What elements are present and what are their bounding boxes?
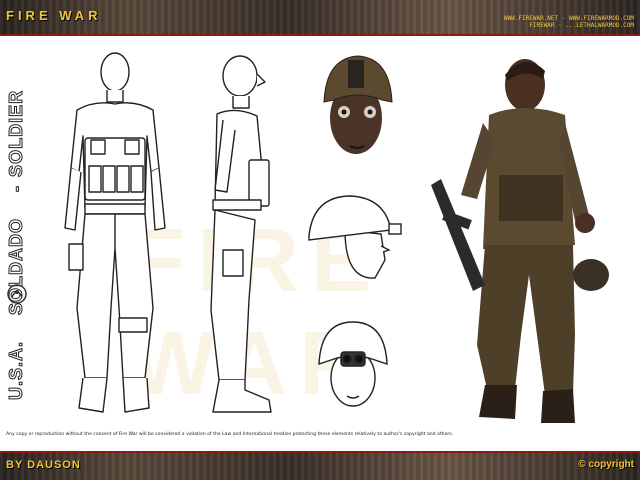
country-label: U.S.A.	[6, 340, 27, 400]
header-bar: FIRE WAR WWW.FIREWAR.NET · WWW.FIREWARMO…	[0, 0, 640, 36]
vertical-label: U.S.A. SOLDADO - SOLDIER	[6, 89, 27, 400]
emblem-icon	[7, 284, 27, 304]
legal-notice: Any copy or reproduction without the con…	[6, 432, 454, 437]
page-title: FIRE WAR	[6, 8, 102, 23]
soldier-side-view	[210, 55, 272, 413]
copyright-label: © copyright	[578, 459, 634, 470]
author-credit: BY DAUSON	[6, 459, 81, 471]
header-urls: WWW.FIREWAR.NET · WWW.FIREWARMOD.COM FIR…	[504, 15, 634, 29]
head-helmet-front-sketch	[318, 321, 388, 407]
head-helmet-side-sketch	[308, 195, 402, 279]
label-en: SOLDIER	[6, 89, 27, 177]
url-line-2: FIREWAR · ...LETHALWARMOD.COM	[529, 22, 634, 29]
soldier-rendered	[431, 59, 609, 423]
head-realistic-helmet	[323, 55, 393, 154]
footer-bar: BY DAUSON © copyright	[0, 451, 640, 480]
url-line-1: WWW.FIREWAR.NET · WWW.FIREWARMOD.COM	[503, 15, 634, 22]
soldier-front-view	[64, 52, 166, 413]
